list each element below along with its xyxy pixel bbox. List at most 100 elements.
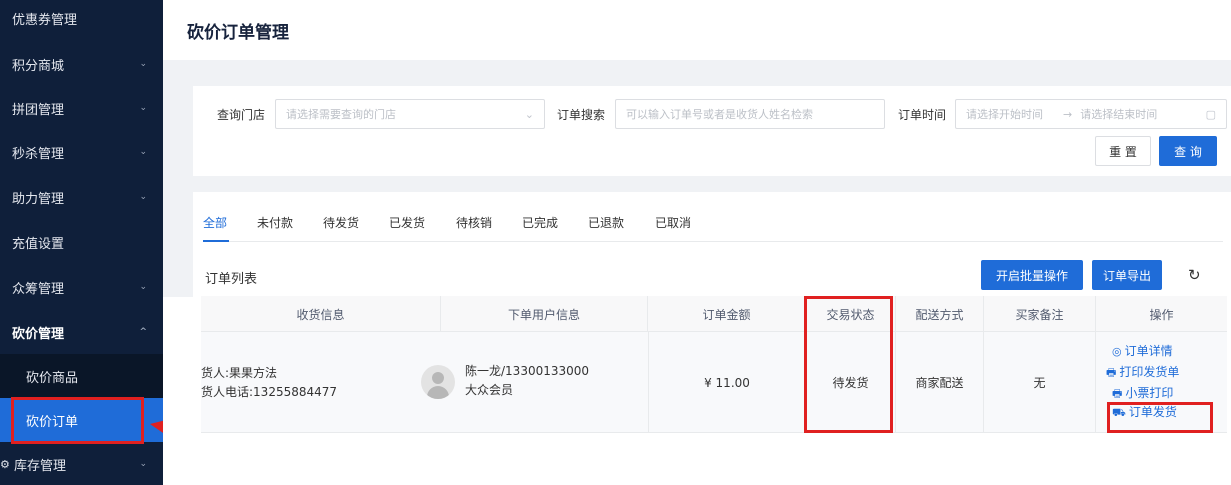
chevron-down-icon: ⌄: [139, 59, 147, 69]
tab-shipped[interactable]: 已发货: [389, 214, 425, 231]
start-time-placeholder: 请选择开始时间: [966, 108, 1043, 121]
sidebar-item-assist[interactable]: 助力管理 ⌄: [0, 175, 163, 219]
delivery-method: 商家配送: [896, 332, 984, 433]
order-list-panel: 全部 未付款 待发货 已发货 待核销 已完成 已退款 已取消 订单列表 开启批量…: [193, 192, 1231, 485]
column-header: 买家备注: [984, 296, 1096, 332]
receiver-info: 货人:果果方法 货人电话:13255884477: [201, 364, 337, 402]
chevron-down-icon: ⌄: [139, 192, 147, 202]
sidebar-item-label: 秒杀管理: [12, 146, 65, 162]
chevron-down-icon: ⌄: [139, 147, 147, 157]
table-header: 收货信息 下单用户信息 订单金额 交易状态 配送方式 买家备注 操作: [201, 296, 1227, 332]
status-badge: 待发货: [806, 332, 896, 433]
range-arrow: →: [1063, 107, 1073, 121]
tab-unpaid[interactable]: 未付款: [257, 214, 293, 231]
list-title: 订单列表: [205, 272, 258, 287]
order-detail-link[interactable]: ◎ 订单详情: [1112, 342, 1173, 359]
table-row: 货人:果果方法 货人电话:13255884477 陈一龙/13300133000…: [201, 332, 1227, 433]
tab-cancelled[interactable]: 已取消: [655, 214, 691, 231]
tab-to-verify[interactable]: 待核销: [456, 214, 492, 231]
avatar: [421, 365, 455, 399]
tab-to-ship[interactable]: 待发货: [323, 214, 359, 231]
sidebar-item-label: 砍价订单: [26, 414, 79, 430]
row-actions: ◎ 订单详情 🖶 打印发货单 🖶 小票打印 ⛟ 订单发货: [1096, 332, 1227, 433]
sidebar-item-group-buy[interactable]: 拼团管理 ⌄: [0, 86, 163, 130]
sidebar-item-flash-sale[interactable]: 秒杀管理 ⌄: [0, 130, 163, 174]
receiver-phone: 货人电话:13255884477: [201, 385, 338, 399]
tab-active-indicator: [203, 240, 229, 242]
time-label: 订单时间: [898, 108, 947, 122]
sidebar-item-label: 助力管理: [12, 191, 65, 207]
sidebar-item-inventory[interactable]: ⚙ 库存管理 ⌄: [0, 442, 163, 485]
query-button[interactable]: 查 询: [1159, 136, 1217, 166]
sidebar-item-bargain-orders[interactable]: 砍价订单: [0, 398, 163, 442]
column-header: 下单用户信息: [441, 296, 648, 332]
chevron-down-icon: ⌄: [139, 282, 147, 292]
sidebar-item-bargain-products[interactable]: 砍价商品: [0, 354, 163, 398]
sidebar-item-label: 砍价商品: [26, 370, 79, 386]
sidebar-item-label: 库存管理: [14, 458, 67, 474]
sidebar-item-bargain[interactable]: 砍价管理 ^: [0, 310, 163, 354]
gear-icon: ⚙: [0, 457, 10, 471]
printer-icon: 🖶: [1112, 387, 1123, 400]
column-header: 交易状态: [806, 296, 896, 332]
main-content: 砍价订单管理 查询门店 请选择需要查询的门店 ⌄ 订单搜索 可以输入订单号或者是…: [163, 0, 1231, 485]
print-delivery-label: 打印发货单: [1119, 365, 1180, 379]
refresh-icon[interactable]: ↻: [1188, 266, 1201, 284]
printer-icon: 🖶: [1106, 366, 1117, 379]
batch-operation-button[interactable]: 开启批量操作: [981, 260, 1083, 290]
sidebar-item-label: 充值设置: [12, 236, 65, 252]
member-level: 大众会员: [465, 383, 514, 397]
print-delivery-link[interactable]: 🖶 打印发货单: [1106, 363, 1179, 383]
search-label: 订单搜索: [557, 108, 606, 122]
search-input-placeholder: 可以输入订单号或者是收货人姓名检索: [626, 108, 813, 121]
store-select[interactable]: 请选择需要查询的门店 ⌄: [275, 99, 545, 129]
sidebar-item-label: 众筹管理: [12, 281, 65, 297]
page-title: 砍价订单管理: [187, 23, 289, 43]
receipt-print-link[interactable]: 🖶 小票打印: [1112, 384, 1173, 404]
receiver-name: 货人:果果方法: [201, 366, 278, 380]
column-header: 收货信息: [201, 296, 441, 332]
page-header: 砍价订单管理: [163, 0, 1231, 60]
sidebar-item-label: 砍价管理: [12, 326, 65, 342]
chevron-up-icon: ^: [139, 327, 147, 337]
store-select-placeholder: 请选择需要查询的门店: [286, 108, 396, 121]
column-header: 操作: [1149, 307, 1174, 322]
ship-order-link[interactable]: ⛟ 订单发货: [1112, 403, 1177, 421]
ship-order-label: 订单发货: [1128, 405, 1177, 419]
column-header: 配送方式: [896, 296, 984, 332]
sidebar-item-crowdfunding[interactable]: 众筹管理 ⌄: [0, 265, 163, 309]
receipt-print-label: 小票打印: [1125, 386, 1174, 400]
tab-completed[interactable]: 已完成: [522, 214, 558, 231]
buyer-remark: 无: [984, 332, 1096, 433]
reset-button[interactable]: 重 置: [1095, 136, 1151, 166]
status-tabs: 全部 未付款 待发货 已发货 待核销 已完成 已退款 已取消: [203, 212, 1223, 242]
chevron-down-icon: ⌄: [139, 103, 147, 113]
chevron-down-icon: ⌄: [524, 107, 534, 121]
filter-panel: 查询门店 请选择需要查询的门店 ⌄ 订单搜索 可以输入订单号或者是收货人姓名检索…: [193, 86, 1231, 176]
search-input[interactable]: 可以输入订单号或者是收货人姓名检索: [615, 99, 885, 129]
truck-icon: ⛟: [1112, 406, 1126, 419]
sidebar-item-recharge[interactable]: 充值设置: [0, 220, 163, 264]
tab-refunded[interactable]: 已退款: [588, 214, 624, 231]
date-range-picker[interactable]: 请选择开始时间 → 请选择结束时间 ▢: [955, 99, 1227, 129]
order-detail-label: 订单详情: [1124, 344, 1173, 358]
orders-table: 收货信息 下单用户信息 订单金额 交易状态 配送方式 买家备注 操作 货人:果果…: [201, 296, 1227, 436]
calendar-icon: ▢: [1205, 107, 1216, 121]
eye-icon: ◎: [1112, 345, 1122, 358]
user-name-phone: 陈一龙/13300133000: [465, 364, 590, 378]
sidebar-item-label: 拼团管理: [12, 102, 65, 118]
store-label: 查询门店: [217, 108, 266, 122]
end-time-placeholder: 请选择结束时间: [1080, 108, 1158, 121]
user-info: 陈一龙/13300133000 大众会员: [465, 362, 589, 400]
sidebar-item-label: 积分商城: [12, 58, 65, 74]
sidebar: 优惠券管理 积分商城 ⌄ 拼团管理 ⌄ 秒杀管理 ⌄ 助力管理 ⌄ 充值设置 众…: [0, 0, 163, 485]
order-amount: ¥ 11.00: [648, 332, 806, 433]
chevron-down-icon: ⌄: [139, 459, 147, 469]
sidebar-item-points-mall[interactable]: 积分商城 ⌄: [0, 42, 163, 86]
column-header: 订单金额: [648, 296, 806, 332]
order-export-button[interactable]: 订单导出: [1092, 260, 1162, 290]
table-scroll-mask: [163, 297, 201, 485]
sidebar-item-label: 优惠券管理: [12, 12, 78, 28]
sidebar-item-coupons[interactable]: 优惠券管理: [0, 0, 163, 36]
tab-all[interactable]: 全部: [203, 214, 227, 231]
